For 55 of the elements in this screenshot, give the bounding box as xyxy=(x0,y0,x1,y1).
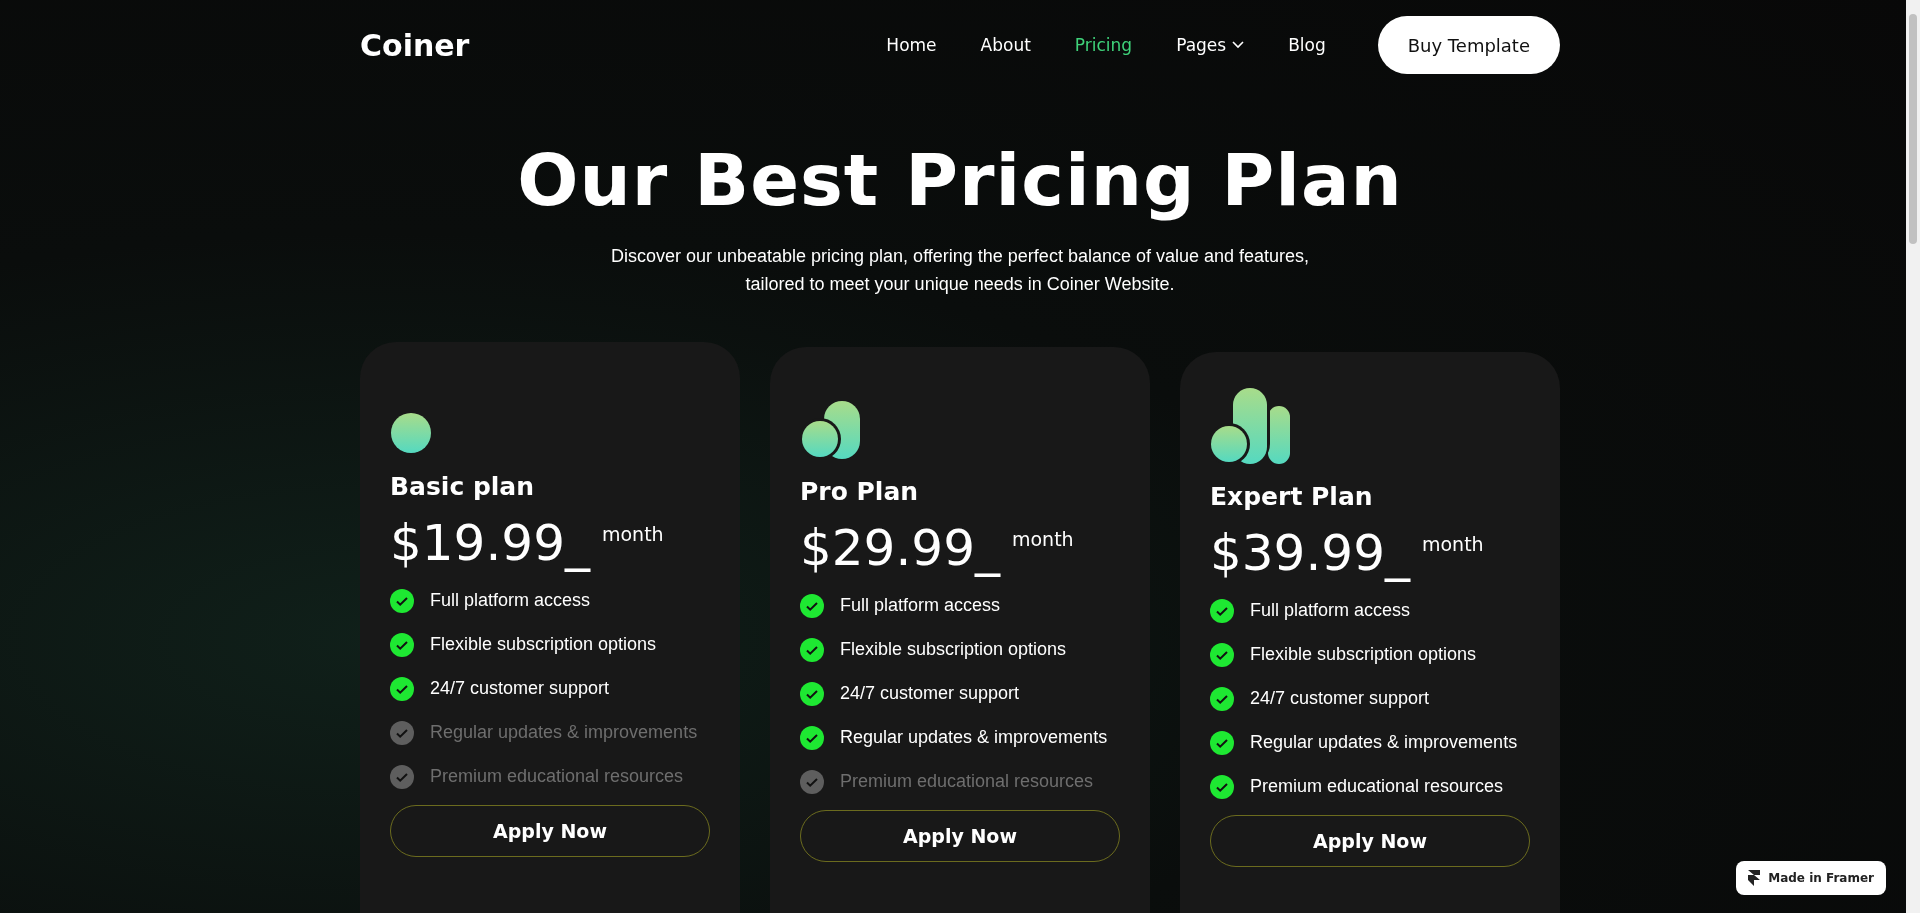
nav-link[interactable]: Blog xyxy=(1288,35,1326,55)
plan-name: Pro Plan xyxy=(800,477,920,506)
feature-text: Full platform access xyxy=(1250,599,1411,622)
check-icon xyxy=(1210,687,1234,711)
price-period: month xyxy=(1421,533,1484,555)
feature-text: Premium educational resources xyxy=(840,770,1094,793)
price-period: month xyxy=(1011,528,1074,550)
plan-price: $29.99_ xyxy=(800,518,1000,578)
feature-text: Flexible subscription options xyxy=(840,638,1067,661)
feature-text: Regular updates & improvements xyxy=(1250,731,1518,754)
coin-icon xyxy=(390,412,432,454)
check-icon xyxy=(390,721,414,745)
check-icon xyxy=(390,633,414,657)
check-icon xyxy=(390,677,414,701)
check-icon xyxy=(390,589,414,613)
logo[interactable]: Coiner xyxy=(360,27,470,63)
plan-price: $39.99_ xyxy=(1210,523,1410,583)
check-icon xyxy=(1210,775,1234,799)
check-icon xyxy=(800,638,824,662)
buy-template-button[interactable]: Buy Template xyxy=(1377,16,1560,74)
feature-text: Regular updates & improvements xyxy=(430,721,698,744)
feature-text: 24/7 customer support xyxy=(840,682,1020,705)
check-icon xyxy=(800,594,824,618)
plan-name: Basic plan xyxy=(390,472,536,501)
check-icon xyxy=(1210,731,1234,755)
nav-link[interactable]: Home xyxy=(886,35,937,55)
page-subtitle: Discover our unbeatable pricing plan, offering the perfect balance of value and features, tailored to meet your unique needs in Coiner Website. xyxy=(609,245,1311,296)
feature-text: Full platform access xyxy=(840,594,1001,617)
check-icon xyxy=(1210,599,1234,623)
feature-text: 24/7 customer support xyxy=(1250,687,1430,710)
plan-price: $19.99_ xyxy=(390,513,590,573)
feature-text: Flexible subscription options xyxy=(1250,643,1477,666)
coin-stack-icon xyxy=(1210,388,1292,464)
nav-link[interactable]: Pages xyxy=(1176,35,1245,55)
check-icon xyxy=(1210,643,1234,667)
check-icon xyxy=(390,765,414,789)
feature-text: Premium educational resources xyxy=(1250,775,1504,798)
check-icon xyxy=(800,770,824,794)
badge-label: Made in Framer xyxy=(1768,871,1874,885)
page-heading: Our Best Pricing Plan xyxy=(517,138,1403,222)
made-in-framer-badge[interactable]: Made in Framer xyxy=(1736,861,1886,895)
price-period: month xyxy=(601,523,664,545)
nav-link[interactable]: About xyxy=(980,35,1031,55)
nav-link[interactable]: Pricing xyxy=(1074,35,1133,55)
feature-text: Premium educational resources xyxy=(430,765,684,788)
coins-icon xyxy=(800,401,862,459)
feature-text: 24/7 customer support xyxy=(430,677,610,700)
feature-text: Flexible subscription options xyxy=(430,633,657,656)
framer-logo-icon xyxy=(1748,870,1761,886)
check-icon xyxy=(800,682,824,706)
plan-name: Expert Plan xyxy=(1210,482,1374,511)
check-icon xyxy=(800,726,824,750)
feature-text: Regular updates & improvements xyxy=(840,726,1108,749)
scrollbar[interactable] xyxy=(1906,0,1920,913)
feature-text: Full platform access xyxy=(430,589,591,612)
